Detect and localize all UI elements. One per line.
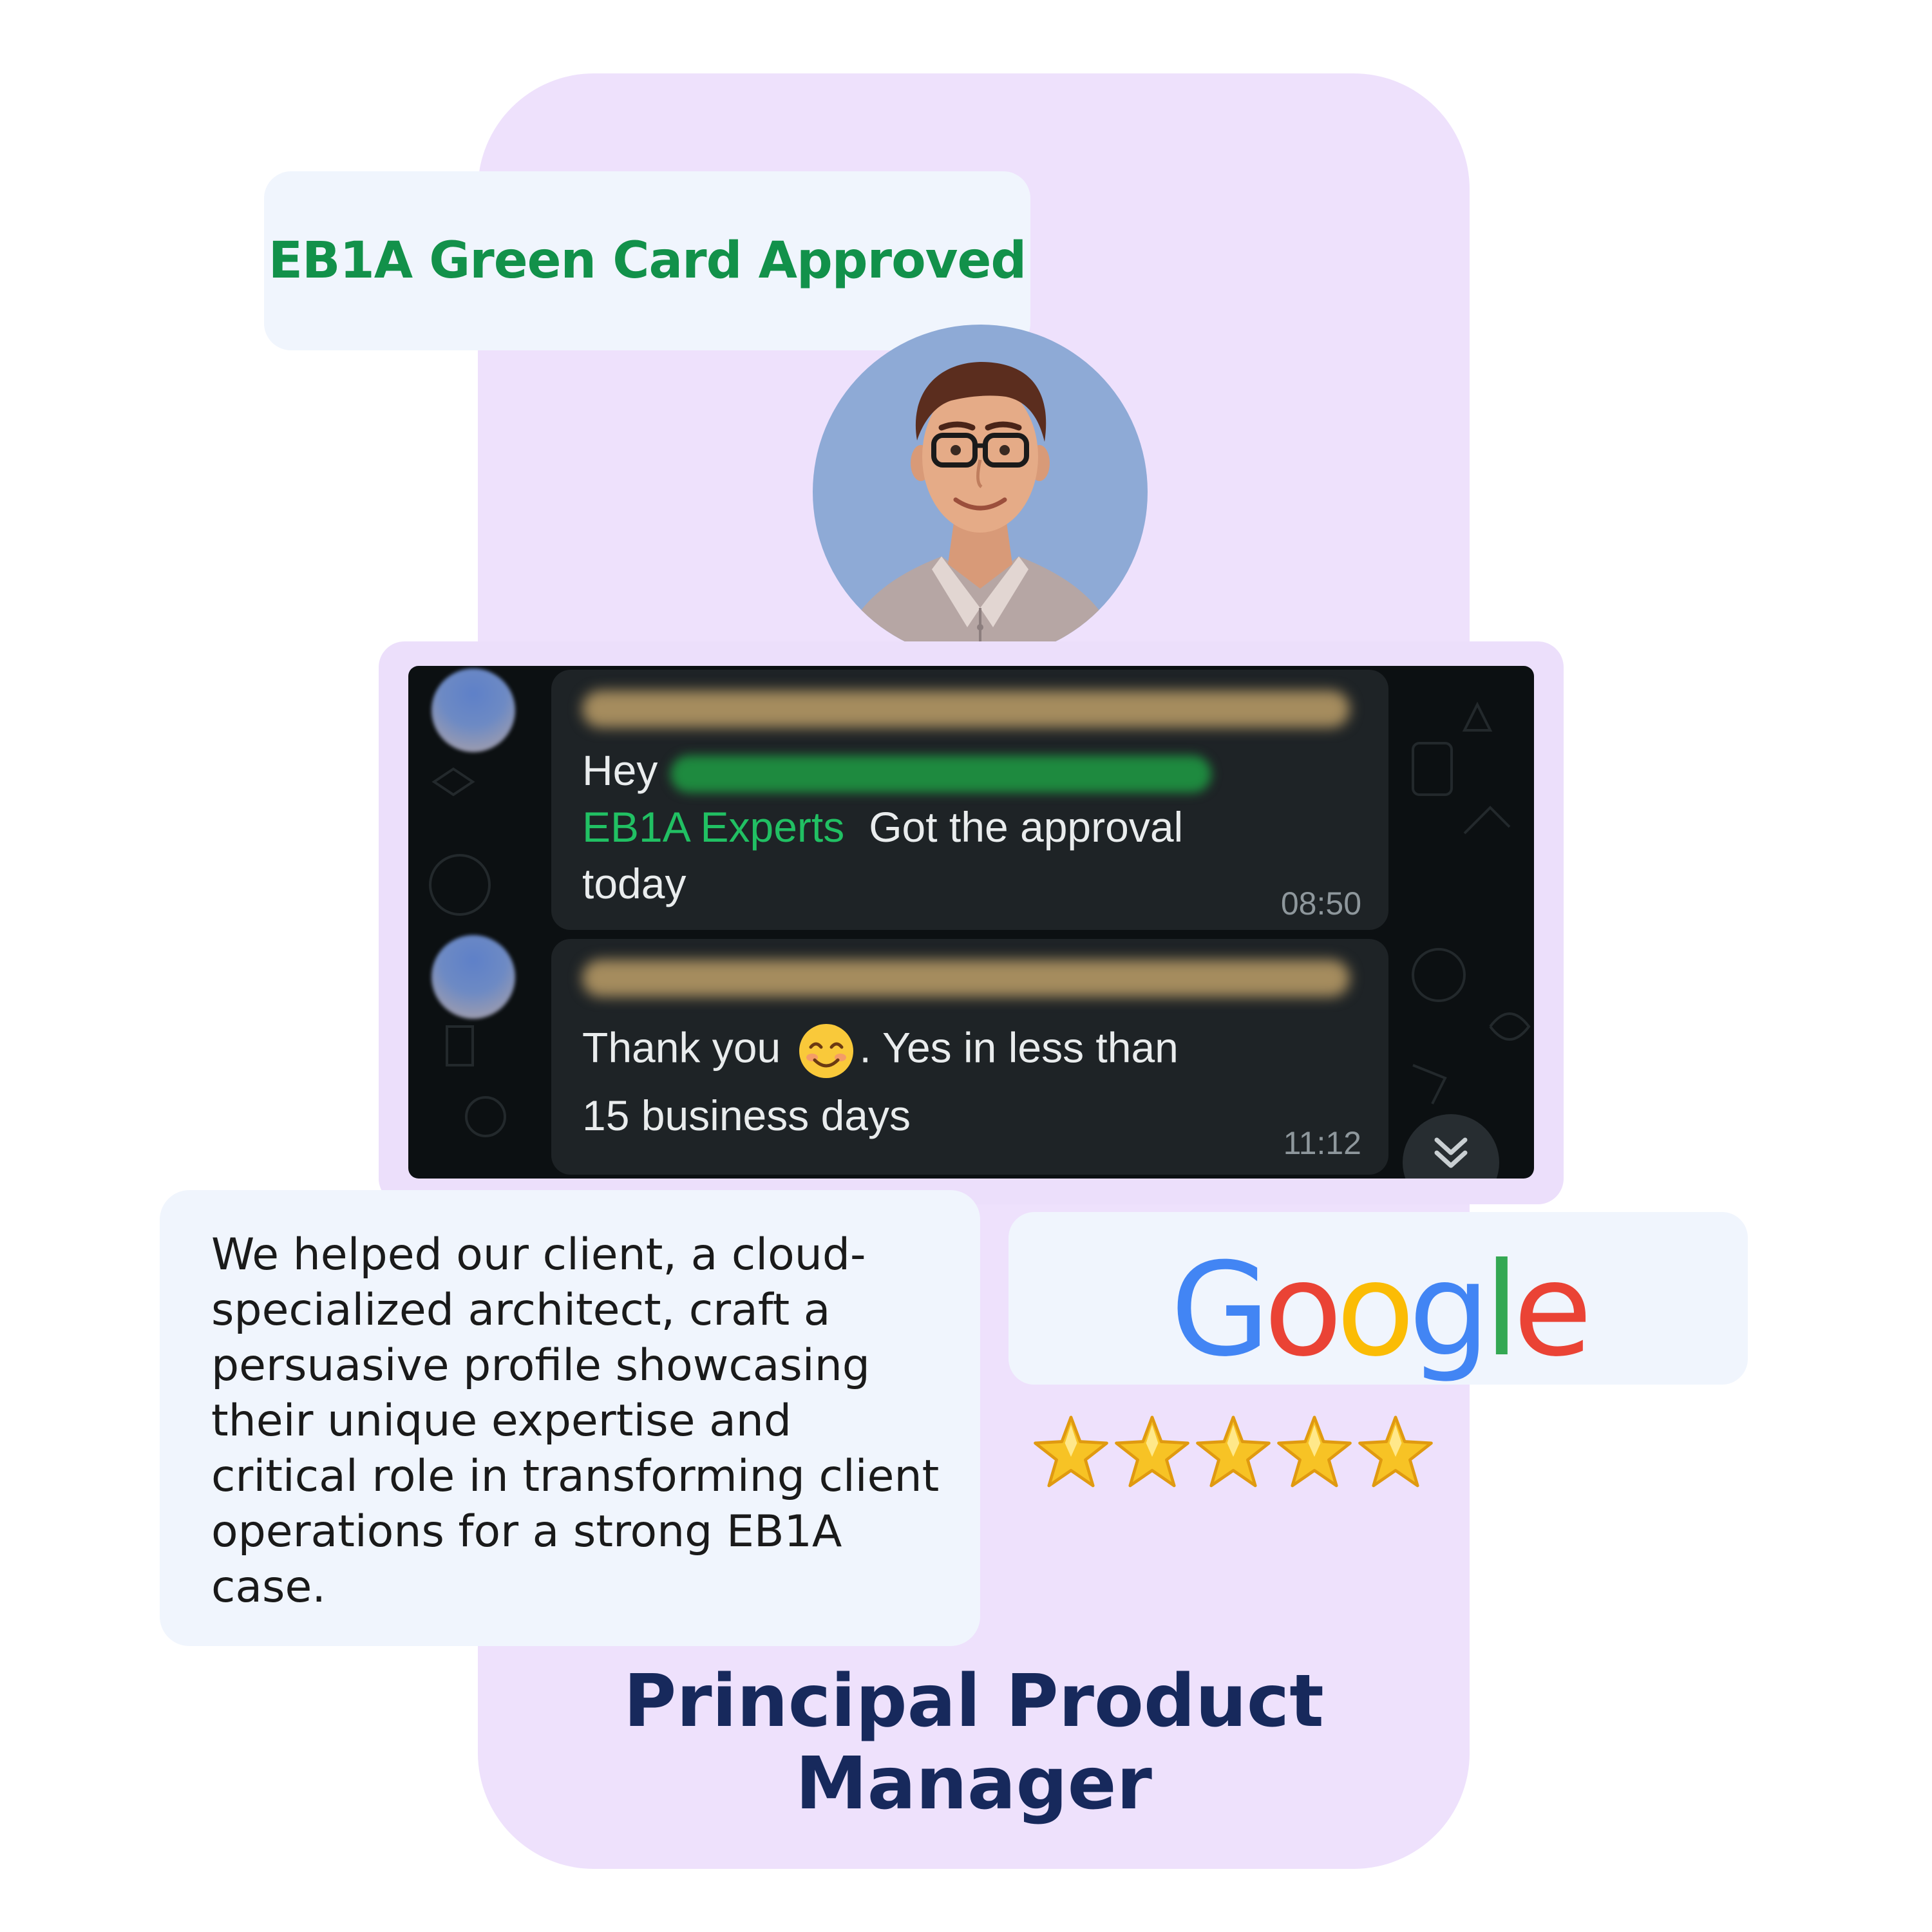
message-text: Thank you bbox=[582, 1023, 781, 1072]
google-logo-letter: g bbox=[1408, 1235, 1490, 1385]
sender-avatar-blurred bbox=[431, 668, 515, 752]
redacted-mention bbox=[670, 755, 1212, 793]
message-text: today bbox=[582, 860, 687, 907]
message-text: 15 business days bbox=[582, 1092, 911, 1139]
redacted-sender-name bbox=[582, 690, 1350, 728]
message-timestamp: 11:12 bbox=[1283, 1125, 1361, 1161]
star-icon bbox=[1196, 1416, 1271, 1488]
star-icon bbox=[1034, 1416, 1108, 1488]
message-text: Got the approval bbox=[869, 803, 1184, 851]
star-icon bbox=[1277, 1416, 1352, 1488]
sender-avatar-blurred bbox=[431, 935, 515, 1019]
star-icon bbox=[1115, 1416, 1189, 1488]
google-logo-letter: G bbox=[1170, 1235, 1270, 1385]
smiling-face-emoji-icon bbox=[799, 1024, 853, 1078]
case-description-card: We helped our client, a cloud-specialize… bbox=[160, 1190, 980, 1646]
chat-screenshot: Hey EB1A Experts Got the approval today 0… bbox=[408, 666, 1534, 1179]
message-line: Thank you . Yes in less than bbox=[582, 1021, 1179, 1081]
approval-badge: EB1A Green Card Approved bbox=[264, 171, 1030, 350]
google-logo-letter: o bbox=[1264, 1235, 1342, 1385]
redacted-sender-name bbox=[582, 960, 1350, 997]
google-logo-letter: e bbox=[1513, 1235, 1593, 1385]
message-bubble[interactable]: Hey EB1A Experts Got the approval today 0… bbox=[551, 670, 1388, 930]
google-logo-letter: o bbox=[1336, 1235, 1415, 1385]
google-logo: Google bbox=[1009, 1235, 1748, 1385]
double-chevron-down-icon bbox=[1434, 1137, 1468, 1168]
message-timestamp: 08:50 bbox=[1280, 886, 1361, 922]
greeting-text: Hey bbox=[582, 746, 658, 794]
case-description-text: We helped our client, a cloud-specialize… bbox=[211, 1229, 940, 1613]
role-title-line: Manager bbox=[795, 1742, 1152, 1826]
role-title-line: Principal Product bbox=[623, 1660, 1324, 1743]
google-logo-letter: l bbox=[1484, 1235, 1519, 1385]
mention-text[interactable]: EB1A Experts bbox=[582, 803, 844, 851]
company-logo-card: Google bbox=[1009, 1212, 1748, 1385]
avatar-illustration bbox=[838, 362, 1122, 659]
message-line: 15 business days bbox=[582, 1091, 911, 1140]
client-role-title: Principal Product Manager bbox=[478, 1660, 1470, 1825]
message-bubble[interactable]: Thank you . Yes in less than 15 business… bbox=[551, 939, 1388, 1175]
star-icon bbox=[1358, 1416, 1433, 1488]
star-rating bbox=[1033, 1414, 1434, 1490]
message-text: . Yes in less than bbox=[859, 1023, 1179, 1072]
message-line: today bbox=[582, 859, 686, 908]
client-avatar bbox=[813, 325, 1148, 659]
message-line: EB1A Experts Got the approval bbox=[582, 802, 1183, 851]
approval-badge-label: EB1A Green Card Approved bbox=[268, 232, 1027, 290]
message-line: Hey bbox=[582, 746, 1212, 795]
